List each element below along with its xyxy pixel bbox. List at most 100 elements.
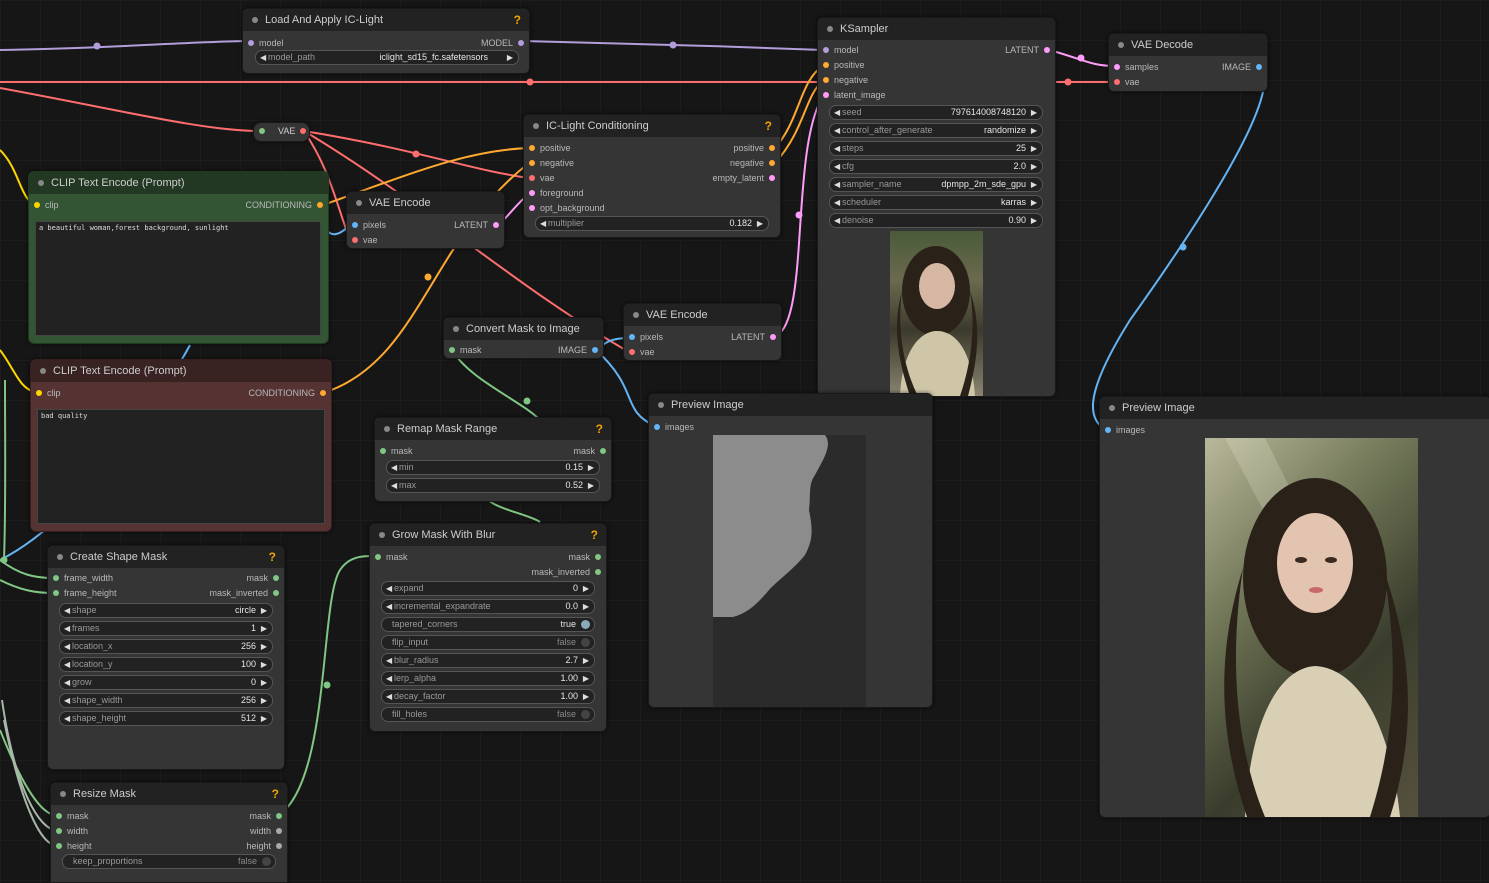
- arrow-left-icon[interactable]: ◀: [391, 461, 397, 474]
- collapse-dot-icon[interactable]: [57, 554, 63, 560]
- input-slot-clip[interactable]: clip: [34, 198, 59, 213]
- arrow-left-icon[interactable]: ◀: [834, 178, 840, 191]
- arrow-left-icon[interactable]: ◀: [834, 142, 840, 155]
- arrow-left-icon[interactable]: ◀: [64, 604, 70, 617]
- input-slot-vae[interactable]: vae: [629, 345, 655, 360]
- collapse-dot-icon[interactable]: [658, 402, 664, 408]
- widget-incremental-expandrate[interactable]: ◀ incremental_expandrate 0.0 ▶: [381, 599, 595, 614]
- output-slot-mask[interactable]: mask: [249, 809, 282, 824]
- node-convert-mask-to-image[interactable]: Convert Mask to Image mask IMAGE: [443, 317, 604, 359]
- arrow-right-icon[interactable]: ▶: [1031, 160, 1037, 173]
- node-preview-image-final[interactable]: Preview Image images: [1099, 396, 1489, 818]
- collapse-dot-icon[interactable]: [453, 326, 459, 332]
- arrow-right-icon[interactable]: ▶: [261, 676, 267, 689]
- node-clip-text-encode-negative[interactable]: CLIP Text Encode (Prompt) clip CONDITION…: [30, 359, 332, 532]
- collapse-dot-icon[interactable]: [252, 17, 258, 23]
- node-create-shape-mask[interactable]: Create Shape Mask ? frame_width frame_he…: [47, 545, 285, 770]
- widget-frames[interactable]: ◀ frames 1 ▶: [59, 621, 273, 636]
- arrow-left-icon[interactable]: ◀: [386, 672, 392, 685]
- widget-shape-height[interactable]: ◀ shape_height 512 ▶: [59, 711, 273, 726]
- output-slot-width[interactable]: width: [250, 824, 282, 839]
- toggle-icon[interactable]: [581, 638, 590, 647]
- arrow-left-icon[interactable]: ◀: [64, 658, 70, 671]
- collapse-dot-icon[interactable]: [1118, 42, 1124, 48]
- help-icon[interactable]: ?: [591, 524, 598, 546]
- reroute-output[interactable]: [295, 124, 306, 139]
- collapse-dot-icon[interactable]: [60, 791, 66, 797]
- node-resize-mask[interactable]: Resize Mask ? mask width height mask wid…: [50, 782, 288, 883]
- arrow-right-icon[interactable]: ▶: [583, 582, 589, 595]
- input-slot-positive[interactable]: positive: [529, 141, 571, 156]
- arrow-left-icon[interactable]: ◀: [540, 217, 546, 230]
- widget-seed[interactable]: ◀ seed 797614008748120 ▶: [829, 105, 1043, 120]
- arrow-right-icon[interactable]: ▶: [507, 51, 513, 64]
- widget-lerp-alpha[interactable]: ◀ lerp_alpha 1.00 ▶: [381, 671, 595, 686]
- prompt-textarea[interactable]: bad quality: [37, 409, 325, 524]
- output-slot-latent[interactable]: LATENT: [731, 330, 776, 345]
- output-slot-latent[interactable]: LATENT: [1005, 43, 1050, 58]
- arrow-left-icon[interactable]: ◀: [834, 196, 840, 209]
- arrow-left-icon[interactable]: ◀: [64, 622, 70, 635]
- toggle-icon[interactable]: [581, 620, 590, 629]
- arrow-right-icon[interactable]: ▶: [261, 694, 267, 707]
- collapse-dot-icon[interactable]: [533, 123, 539, 129]
- arrow-right-icon[interactable]: ▶: [1031, 124, 1037, 137]
- arrow-left-icon[interactable]: ◀: [64, 694, 70, 707]
- input-slot-clip[interactable]: clip: [36, 386, 61, 401]
- widget-blur-radius[interactable]: ◀ blur_radius 2.7 ▶: [381, 653, 595, 668]
- widget-cfg[interactable]: ◀ cfg 2.0 ▶: [829, 159, 1043, 174]
- node-grow-mask-with-blur[interactable]: Grow Mask With Blur ? mask mask mask_inv…: [369, 523, 607, 732]
- input-slot-images[interactable]: images: [654, 420, 694, 435]
- input-slot-images[interactable]: images: [1105, 423, 1145, 438]
- output-slot-conditioning[interactable]: CONDITIONING: [246, 198, 323, 213]
- prompt-textarea[interactable]: a beautiful woman,forest background, sun…: [35, 221, 321, 336]
- input-slot-latent-image[interactable]: latent_image: [823, 88, 886, 103]
- arrow-right-icon[interactable]: ▶: [1031, 214, 1037, 227]
- output-slot-mask-inverted[interactable]: mask_inverted: [531, 565, 601, 580]
- output-slot-mask[interactable]: mask: [568, 550, 601, 565]
- arrow-left-icon[interactable]: ◀: [64, 676, 70, 689]
- arrow-right-icon[interactable]: ▶: [261, 712, 267, 725]
- output-slot-positive[interactable]: positive: [733, 141, 775, 156]
- slot-pin-icon[interactable]: [248, 40, 254, 46]
- widget-tapered-corners[interactable]: tapered_corners true: [381, 617, 595, 632]
- arrow-right-icon[interactable]: ▶: [583, 672, 589, 685]
- arrow-left-icon[interactable]: ◀: [834, 124, 840, 137]
- input-slot-mask[interactable]: mask: [449, 343, 482, 358]
- input-slot-positive[interactable]: positive: [823, 58, 865, 73]
- collapse-dot-icon[interactable]: [1109, 405, 1115, 411]
- collapse-dot-icon[interactable]: [384, 426, 390, 432]
- arrow-right-icon[interactable]: ▶: [757, 217, 763, 230]
- input-slot-height[interactable]: height: [56, 839, 92, 854]
- toggle-icon[interactable]: [581, 710, 590, 719]
- collapse-dot-icon[interactable]: [38, 180, 44, 186]
- arrow-left-icon[interactable]: ◀: [834, 160, 840, 173]
- node-vae-decode[interactable]: VAE Decode samples vae IMAGE: [1108, 33, 1268, 92]
- collapse-dot-icon[interactable]: [379, 532, 385, 538]
- collapse-dot-icon[interactable]: [356, 200, 362, 206]
- arrow-left-icon[interactable]: ◀: [834, 214, 840, 227]
- widget-shape[interactable]: ◀ shape circle ▶: [59, 603, 273, 618]
- widget-denoise[interactable]: ◀ denoise 0.90 ▶: [829, 213, 1043, 228]
- input-slot-model[interactable]: model: [823, 43, 859, 58]
- collapse-dot-icon[interactable]: [827, 26, 833, 32]
- output-slot-conditioning[interactable]: CONDITIONING: [249, 386, 326, 401]
- input-slot-negative[interactable]: negative: [529, 156, 574, 171]
- output-slot-height[interactable]: height: [246, 839, 282, 854]
- arrow-right-icon[interactable]: ▶: [261, 640, 267, 653]
- arrow-right-icon[interactable]: ▶: [583, 654, 589, 667]
- output-slot-image[interactable]: IMAGE: [1222, 60, 1262, 75]
- input-slot-negative[interactable]: negative: [823, 73, 868, 88]
- help-icon[interactable]: ?: [765, 115, 772, 137]
- input-slot-samples[interactable]: samples: [1114, 60, 1159, 75]
- widget-flip-input[interactable]: flip_input false: [381, 635, 595, 650]
- input-slot-opt-background[interactable]: opt_background: [529, 201, 605, 216]
- arrow-left-icon[interactable]: ◀: [834, 106, 840, 119]
- arrow-right-icon[interactable]: ▶: [583, 690, 589, 703]
- output-slot-latent[interactable]: LATENT: [454, 218, 499, 233]
- node-remap-mask-range[interactable]: Remap Mask Range ? mask mask ◀ min 0.15 ▶ ◀ m…: [374, 417, 612, 502]
- output-slot-image[interactable]: IMAGE: [558, 343, 598, 358]
- arrow-left-icon[interactable]: ◀: [64, 712, 70, 725]
- input-slot-width[interactable]: width: [56, 824, 88, 839]
- arrow-left-icon[interactable]: ◀: [64, 640, 70, 653]
